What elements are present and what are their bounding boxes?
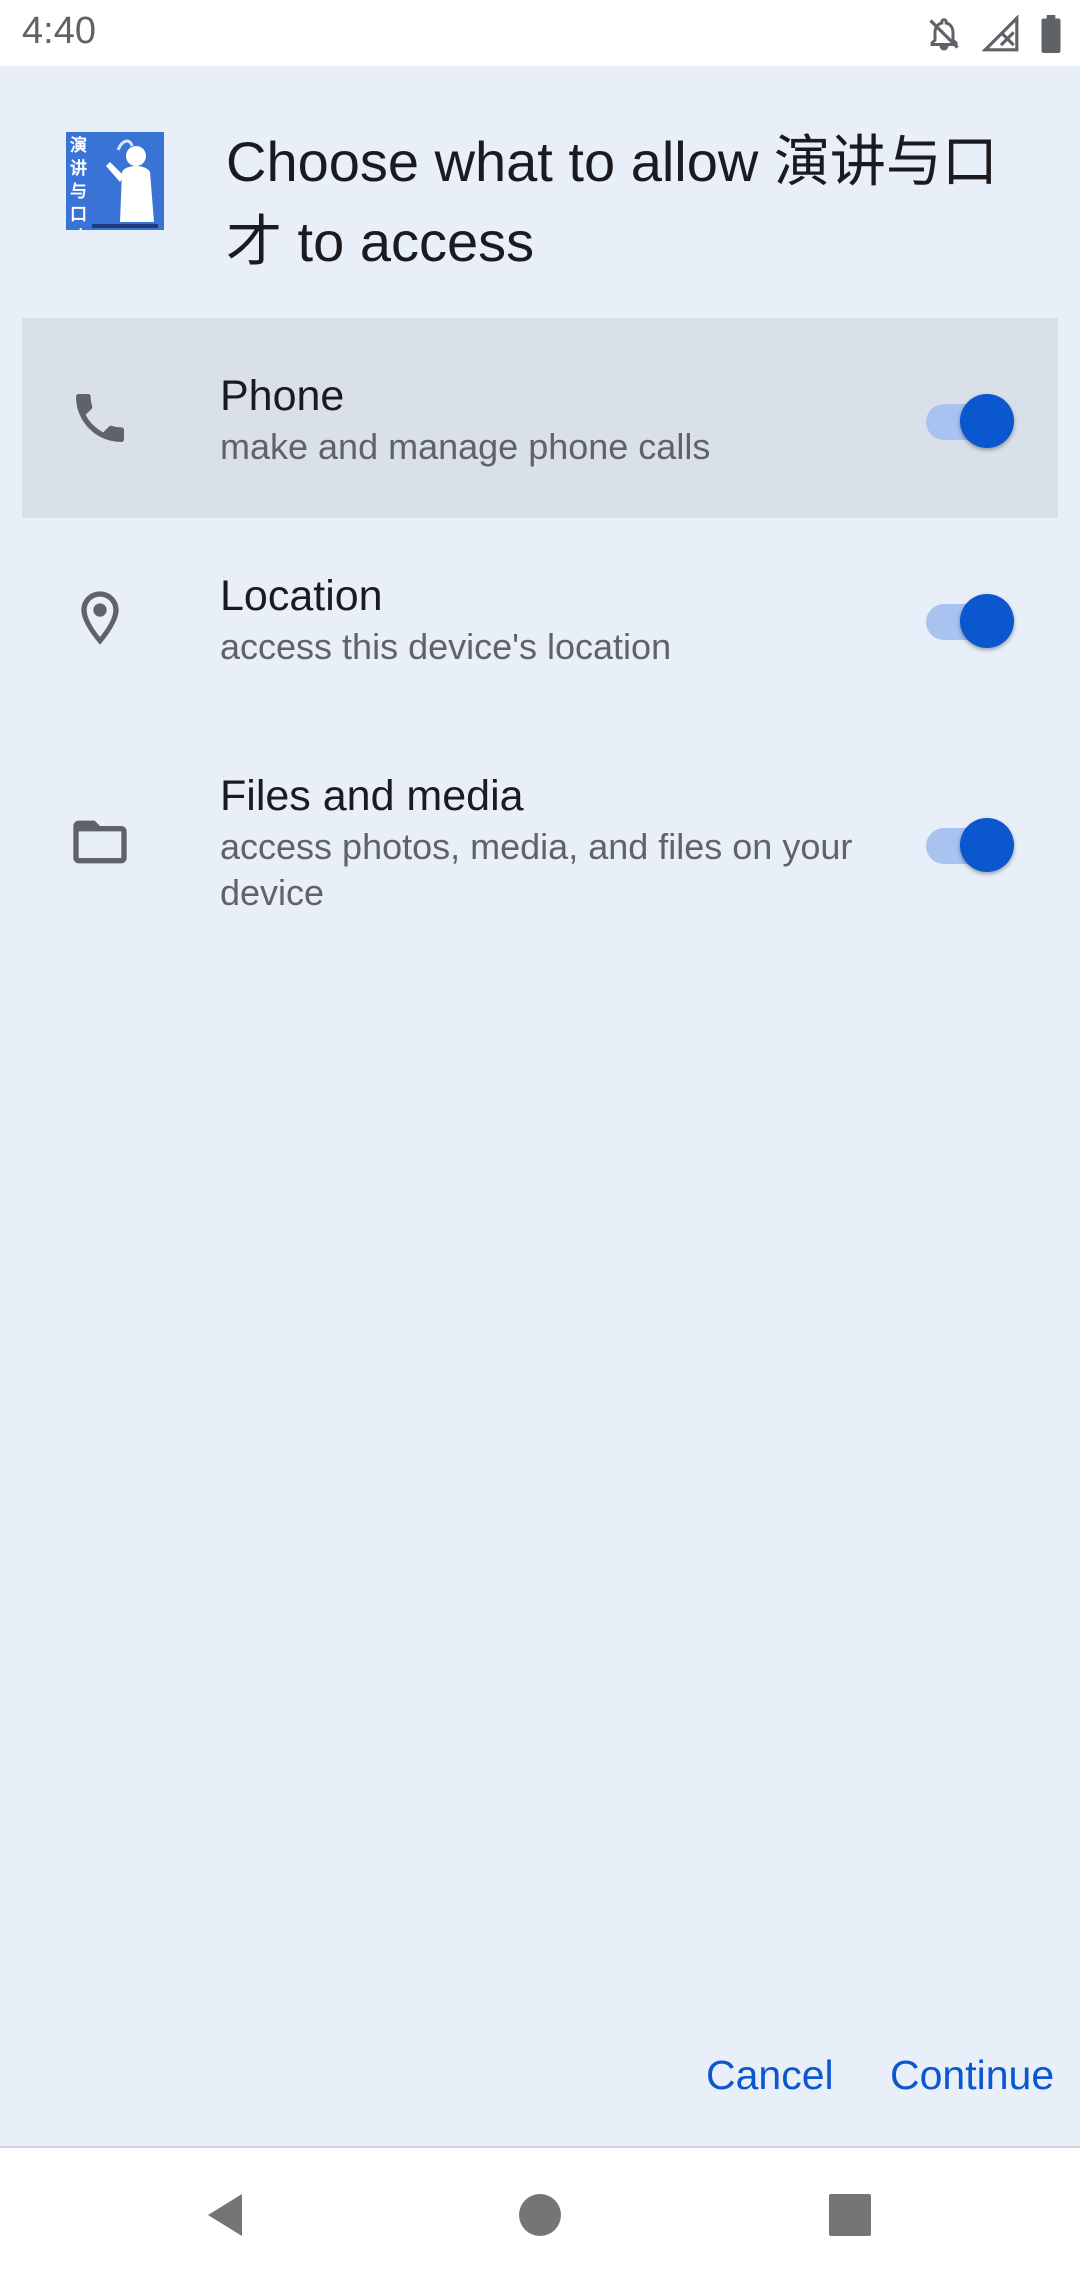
continue-button[interactable]: Continue <box>890 2040 1054 2110</box>
recents-icon[interactable] <box>815 2180 885 2250</box>
permission-description: make and manage phone calls <box>220 426 711 467</box>
permission-text: Phone make and manage phone calls <box>220 368 860 470</box>
speaker-silhouette-icon <box>92 139 158 228</box>
permission-row-phone[interactable]: Phone make and manage phone calls <box>22 318 1058 518</box>
permission-row-files-and-media[interactable]: Files and media access photos, media, an… <box>22 718 1058 968</box>
dialog-title: Choose what to allow 演讲与口才 to access <box>226 130 998 273</box>
permission-description: access photos, media, and files on your … <box>220 826 853 913</box>
location-pin-icon <box>68 586 132 655</box>
back-icon[interactable] <box>192 2180 262 2250</box>
toggle-thumb <box>960 594 1014 648</box>
toggle-thumb <box>960 818 1014 872</box>
navigation-bar <box>0 2148 1080 2280</box>
folder-icon <box>68 810 132 879</box>
signal-off-icon <box>982 15 1020 53</box>
permission-title: Location <box>220 572 383 620</box>
status-bar: 4:40 <box>0 0 1080 66</box>
permission-description: access this device's location <box>220 626 672 667</box>
home-icon[interactable] <box>505 2180 575 2250</box>
cancel-button[interactable]: Cancel <box>706 2040 834 2110</box>
status-time: 4:40 <box>22 10 96 52</box>
permission-row-location[interactable]: Location access this device's location <box>22 518 1058 718</box>
location-permission-toggle[interactable] <box>916 588 1016 648</box>
permission-title: Files and media <box>220 772 524 820</box>
phone-permission-toggle[interactable] <box>916 388 1016 448</box>
files-permission-toggle[interactable] <box>916 812 1016 872</box>
toggle-thumb <box>960 394 1014 448</box>
phone-icon <box>68 386 132 455</box>
permission-title: Phone <box>220 372 345 420</box>
permission-text: Location access this device's location <box>220 568 860 670</box>
status-icons <box>926 12 1062 56</box>
app-icon: 演 讲 与 口 才 <box>66 132 164 230</box>
permission-text: Files and media access photos, media, an… <box>220 768 860 916</box>
battery-icon <box>1040 15 1062 53</box>
notifications-off-icon <box>926 15 962 53</box>
